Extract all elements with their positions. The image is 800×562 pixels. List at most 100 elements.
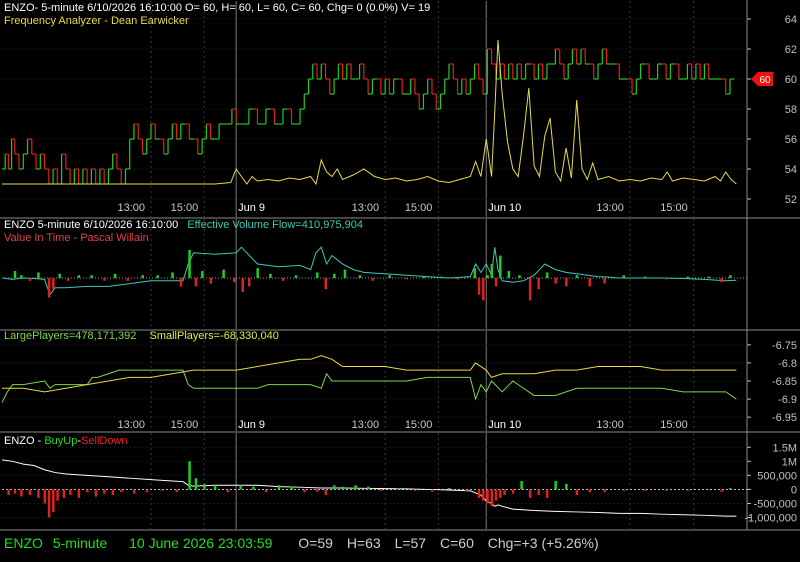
y-tick-label: -6.9 bbox=[778, 394, 797, 406]
value-in-time-bar bbox=[77, 275, 81, 278]
y-tick-label: 500,000 bbox=[757, 470, 797, 482]
status-bar: ENZO 5-minute 10 June 2026 23:03:59 O=59… bbox=[4, 535, 617, 551]
value-in-time-bar bbox=[665, 278, 668, 280]
x-tick-label: 15:00 bbox=[405, 202, 433, 214]
buyup-selldown-bar bbox=[396, 488, 400, 490]
value-in-time-bar bbox=[66, 278, 70, 281]
value-in-time-bar bbox=[171, 272, 174, 278]
value-in-time-bar bbox=[343, 269, 347, 278]
x-tick-label: 15:00 bbox=[171, 419, 199, 431]
buyup-selldown-bar bbox=[565, 483, 568, 490]
buyup-selldown-bar bbox=[226, 489, 230, 493]
buyup-selldown-bar bbox=[643, 489, 647, 491]
buyup-selldown-bar bbox=[188, 461, 191, 490]
x-tick-label: 13:00 bbox=[352, 202, 380, 214]
buyup-selldown-bar bbox=[499, 489, 502, 498]
x-tick-label: 13:00 bbox=[352, 419, 380, 431]
value-in-time-bar bbox=[518, 275, 521, 278]
buyup-selldown-bar bbox=[303, 489, 306, 493]
value-in-time-bar bbox=[113, 273, 117, 278]
value-in-time-bar bbox=[194, 278, 198, 287]
buyup-selldown-bar bbox=[354, 485, 357, 490]
buyup-selldown-bar bbox=[720, 489, 723, 492]
value-in-time-bar bbox=[575, 275, 579, 278]
value-in-time-bar bbox=[537, 278, 540, 290]
status-interval: 5-minute bbox=[52, 535, 108, 551]
y-tick-label: 54 bbox=[785, 164, 797, 176]
buyup-pane-header: ENZO - BuyUp-SellDown bbox=[4, 435, 128, 448]
buyup-selldown-bar bbox=[20, 489, 23, 497]
status-symbol: ENZO bbox=[4, 535, 43, 551]
y-tick-label: 56 bbox=[785, 134, 797, 146]
value-in-time-bar bbox=[103, 278, 106, 281]
buyup-selldown-bar bbox=[367, 486, 370, 490]
value-in-time-bar bbox=[643, 276, 647, 278]
value-in-time-bar bbox=[13, 271, 17, 278]
value-in-time-bar bbox=[58, 273, 61, 278]
buyup-selldown-bar bbox=[132, 489, 136, 494]
buyup-selldown-bar bbox=[175, 489, 179, 493]
y-tick-label: -1,000,000 bbox=[744, 513, 797, 525]
buyup-selldown-bar bbox=[575, 489, 579, 496]
y-tick-label: 60 bbox=[785, 74, 797, 86]
buyup-selldown-bar bbox=[239, 485, 242, 490]
value-in-time-bar bbox=[405, 278, 408, 280]
buyup-selldown-bar bbox=[86, 489, 89, 493]
x-tick-label: Jun 10 bbox=[488, 202, 521, 214]
value-in-time-bar bbox=[324, 278, 328, 290]
effective-volume-flow-line bbox=[1, 246, 737, 296]
buyup-selldown-bar bbox=[486, 489, 489, 504]
selldown-label: SellDown bbox=[81, 435, 128, 447]
status-close: C=60 bbox=[440, 535, 474, 551]
price-pane-header: ENZO- 5-minute 6/10/2026 16:10:00 O= 60,… bbox=[4, 2, 430, 15]
y-tick-label: -6.75 bbox=[772, 340, 797, 352]
flow-pane-header: ENZO 5-minute 6/10/2026 16:10:00 Effecti… bbox=[4, 219, 363, 232]
buyup-selldown-bar bbox=[28, 489, 32, 496]
buyup-selldown-bar bbox=[111, 489, 115, 496]
effective-volume-flow-label: Effective Volume Flow=410,975,904 bbox=[187, 219, 363, 231]
value-in-time-bar bbox=[707, 276, 711, 278]
buyup-symbol-label: ENZO - bbox=[4, 435, 45, 447]
buyup-selldown-bar bbox=[465, 489, 468, 491]
buyup-selldown-bar bbox=[554, 481, 557, 490]
buyup-selldown-bar bbox=[413, 489, 417, 491]
value-in-time-bar bbox=[20, 275, 23, 278]
buyup-selldown-bar bbox=[503, 489, 506, 496]
value-in-time-bar bbox=[37, 272, 40, 278]
buyup-selldown-bar bbox=[686, 489, 689, 491]
y-tick-label: 58 bbox=[785, 104, 797, 116]
buyup-selldown-bar bbox=[324, 489, 328, 496]
flow-indicator-label-row: Value In Time - Pascal Willain bbox=[4, 232, 149, 245]
flow-pane-title: ENZO 5-minute 6/10/2026 16:10:00 bbox=[4, 219, 179, 231]
buyup-selldown-bar bbox=[379, 489, 383, 491]
y-tick-label: -6.8 bbox=[778, 358, 797, 370]
value-in-time-bar bbox=[126, 278, 130, 281]
x-tick-label: Jun 10 bbox=[488, 419, 521, 431]
value-in-time-bar bbox=[528, 278, 532, 301]
y-tick-label: 1M bbox=[782, 456, 797, 468]
status-change: Chg=+3 (+5.26%) bbox=[487, 535, 599, 551]
x-tick-label: 13:00 bbox=[117, 419, 145, 431]
buyup-selldown-bar bbox=[494, 489, 498, 501]
buyup-selldown-bar bbox=[52, 489, 55, 512]
buyup-selldown-bar bbox=[603, 489, 606, 493]
buyup-selldown-bar bbox=[203, 483, 206, 490]
buyup-selldown-bar bbox=[622, 489, 626, 491]
buyup-selldown-bar bbox=[43, 489, 47, 504]
status-low: L=57 bbox=[394, 535, 427, 551]
value-in-time-bar bbox=[316, 272, 319, 278]
buyup-selldown-bar bbox=[545, 489, 549, 498]
value-in-time-bar bbox=[209, 278, 213, 284]
value-in-time-bar bbox=[720, 278, 723, 283]
y-tick-label: -6.95 bbox=[772, 412, 797, 424]
y-tick-label: 64 bbox=[785, 14, 797, 26]
small-players-line bbox=[2, 355, 737, 393]
value-in-time-bar bbox=[371, 278, 374, 281]
value-in-time-bar bbox=[486, 275, 489, 278]
value-in-time-bar bbox=[188, 250, 191, 278]
status-open: O=59 bbox=[298, 535, 333, 551]
buyup-selldown-bar bbox=[264, 489, 268, 493]
price-pane-title: ENZO- 5-minute 6/10/2026 16:10:00 O= 60,… bbox=[4, 2, 431, 14]
buyup-selldown-bar bbox=[728, 488, 732, 490]
value-in-time-bar bbox=[358, 275, 362, 278]
